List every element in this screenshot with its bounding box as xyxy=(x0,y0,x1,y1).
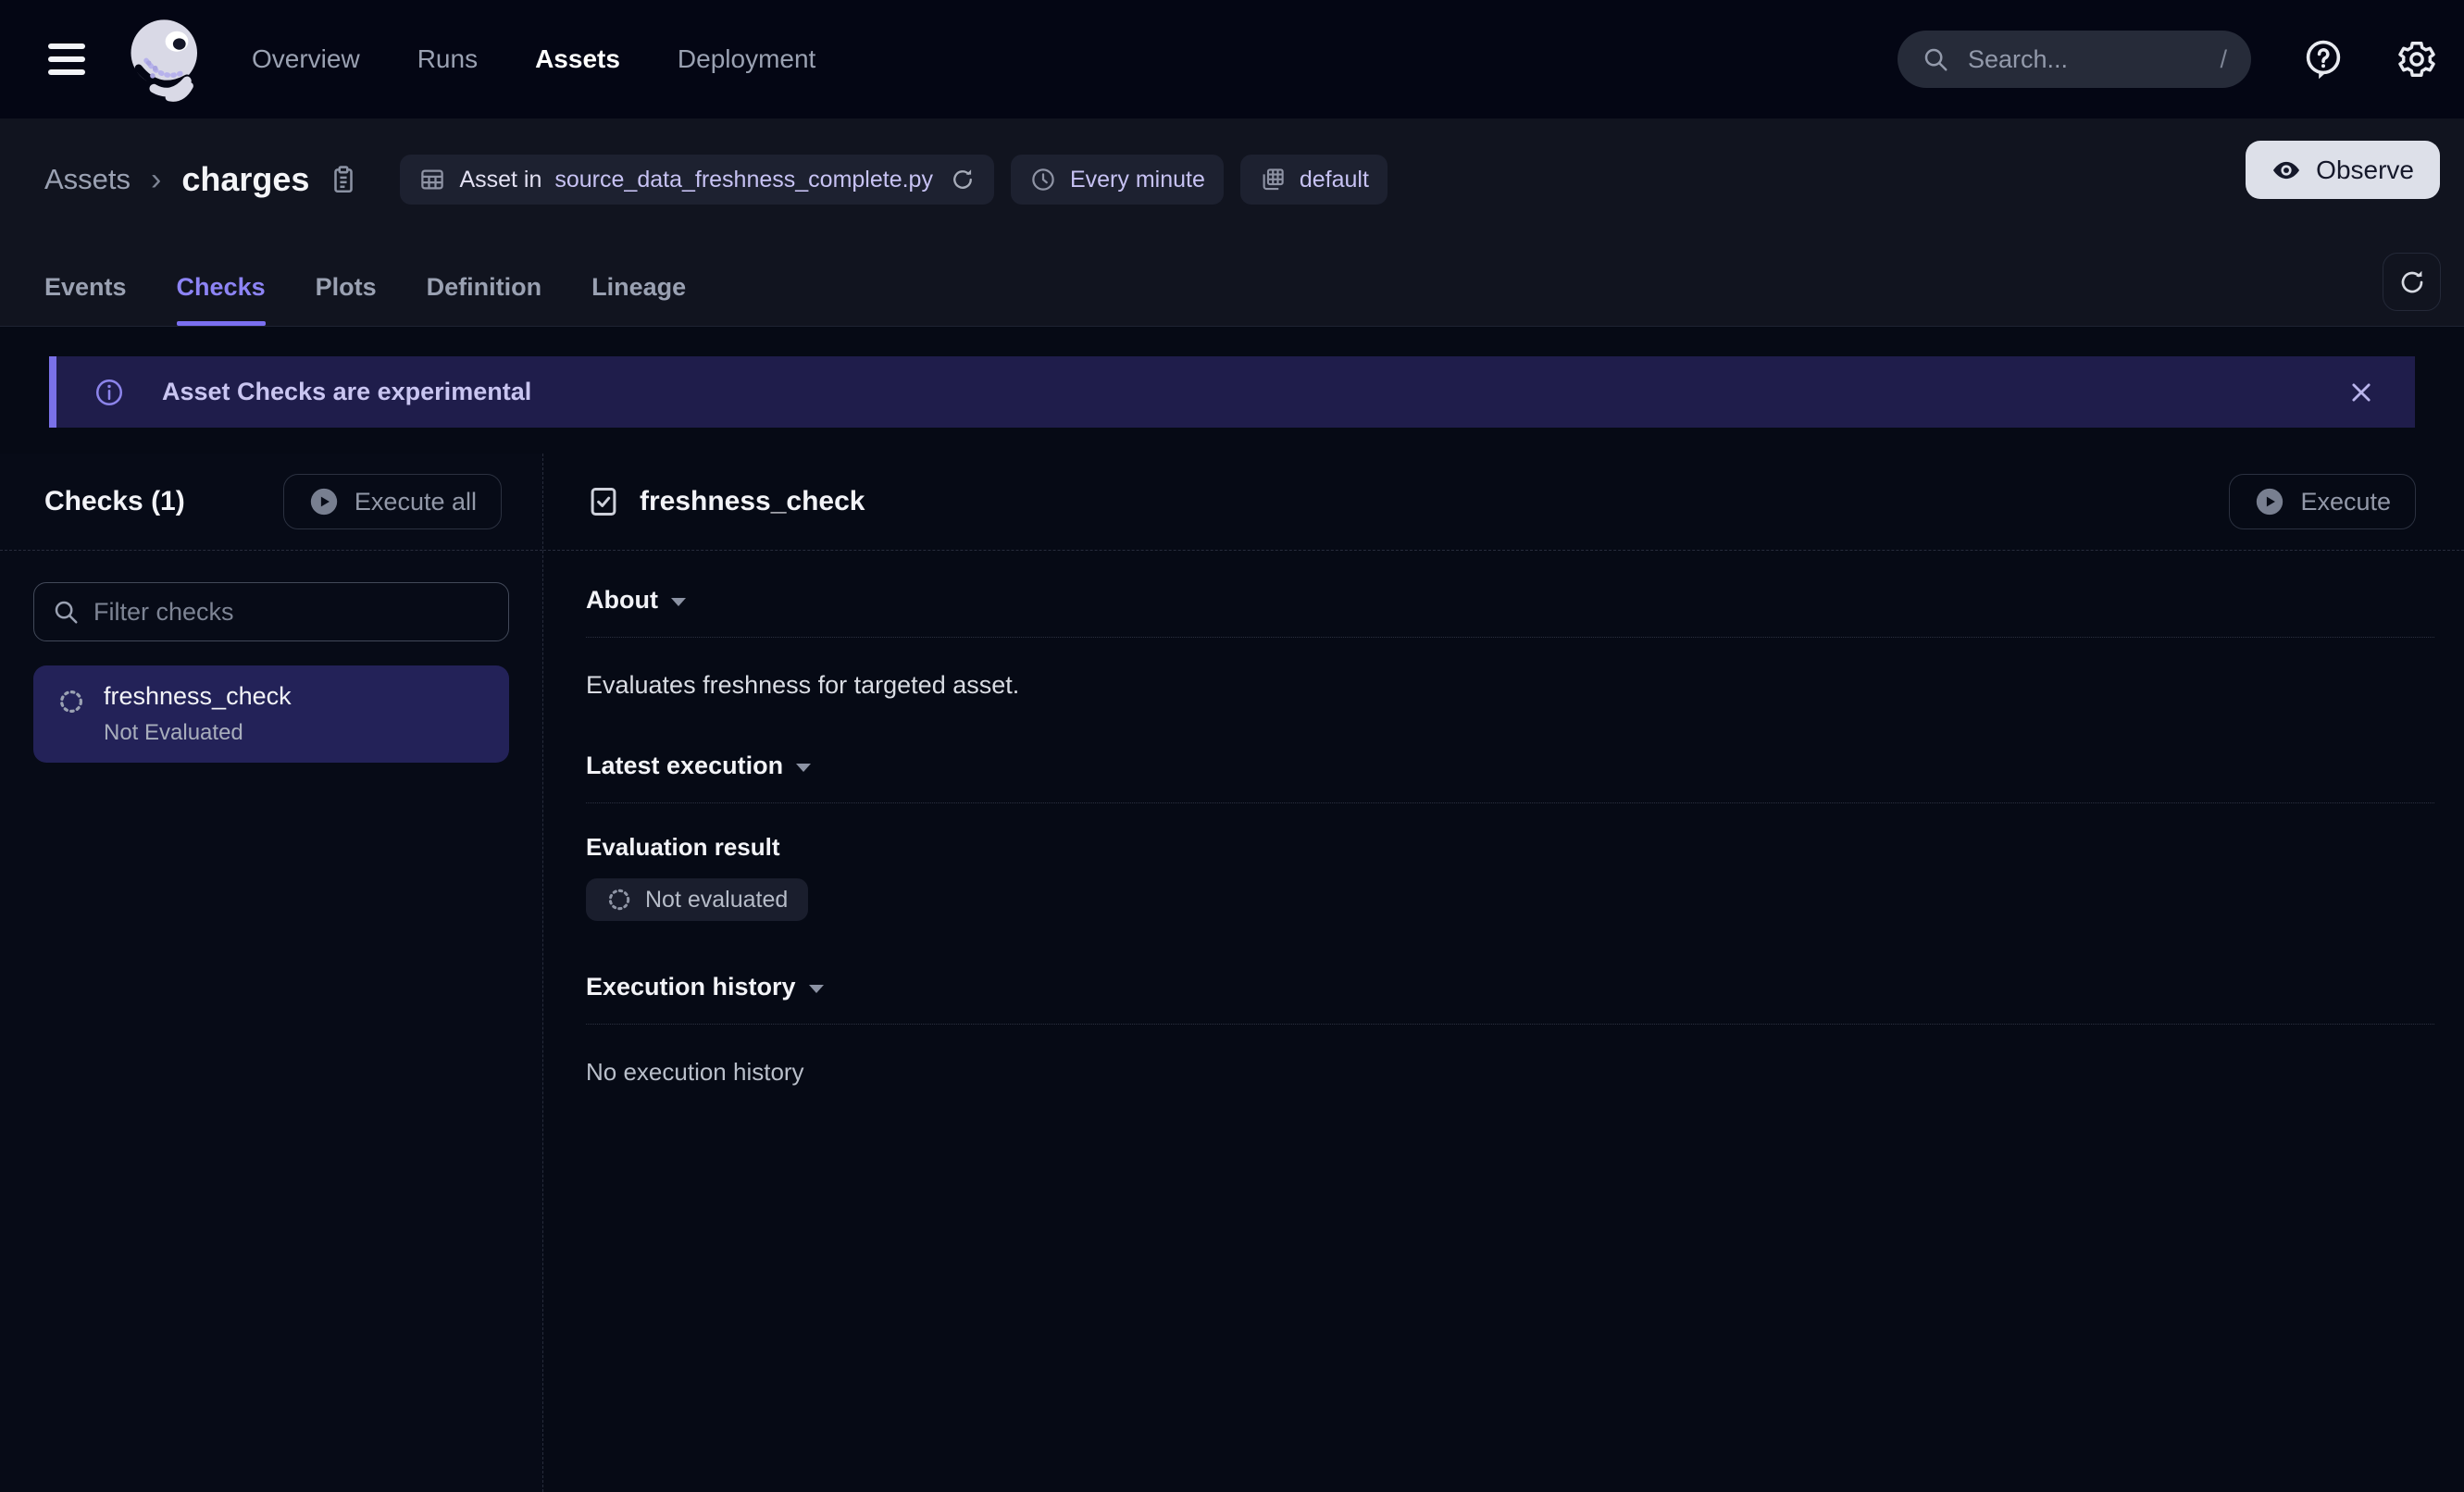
check-description: Evaluates freshness for targeted asset. xyxy=(586,671,2434,700)
asset-in-label: Asset in xyxy=(459,167,541,193)
banner-text: Asset Checks are experimental xyxy=(162,378,531,406)
asset-header: Assets › charges Asset in source_data_fr… xyxy=(0,118,2464,327)
page-title: charges xyxy=(181,160,309,199)
checks-panel-title: Checks (1) xyxy=(44,486,185,517)
observe-button[interactable]: Observe xyxy=(2246,141,2440,199)
about-section-header[interactable]: About xyxy=(586,586,686,615)
freshness-policy-tag: Every minute xyxy=(1011,155,1224,205)
chevron-down-icon xyxy=(809,985,824,993)
asset-source-file-link[interactable]: source_data_freshness_complete.py xyxy=(554,167,933,193)
tab-plots[interactable]: Plots xyxy=(316,273,377,326)
experimental-banner: Asset Checks are experimental xyxy=(49,356,2415,428)
dashed-circle-icon xyxy=(57,688,85,746)
nav-item-deployment[interactable]: Deployment xyxy=(678,44,815,74)
tab-events[interactable]: Events xyxy=(44,273,127,326)
refresh-icon xyxy=(2397,267,2427,297)
nav-item-runs[interactable]: Runs xyxy=(417,44,478,74)
asset-tags: Asset in source_data_freshness_complete.… xyxy=(400,155,1387,205)
divider xyxy=(586,802,2434,803)
evaluation-result-label: Evaluation result xyxy=(586,833,2434,862)
refresh-button[interactable] xyxy=(2383,253,2441,311)
check-item-name: freshness_check xyxy=(104,682,292,711)
execution-history-section-header[interactable]: Execution history xyxy=(586,973,824,1001)
help-icon[interactable] xyxy=(2301,37,2346,81)
tab-lineage[interactable]: Lineage xyxy=(591,273,686,326)
nav-item-overview[interactable]: Overview xyxy=(252,44,360,74)
info-icon xyxy=(93,377,125,408)
search-shortcut: / xyxy=(2220,45,2227,74)
breadcrumb-assets-link[interactable]: Assets xyxy=(44,163,131,196)
about-label: About xyxy=(586,586,658,615)
asset-tabs: Events Checks Plots Definition Lineage xyxy=(44,273,2464,326)
observe-label: Observe xyxy=(2316,155,2414,185)
tab-checks[interactable]: Checks xyxy=(177,273,266,326)
divider xyxy=(586,1024,2434,1025)
nav-item-assets[interactable]: Assets xyxy=(535,44,620,74)
partition-label: default xyxy=(1300,167,1369,193)
close-icon[interactable] xyxy=(2348,379,2374,405)
freshness-policy-label: Every minute xyxy=(1070,167,1205,193)
tab-definition[interactable]: Definition xyxy=(427,273,541,326)
search-icon xyxy=(1922,45,1949,73)
partition-icon xyxy=(1259,166,1287,193)
check-detail-title: freshness_check xyxy=(640,486,865,517)
search-input[interactable]: Search... / xyxy=(1898,31,2251,88)
asset-definition-tag: Asset in source_data_freshness_complete.… xyxy=(400,155,994,205)
check-detail-panel: freshness_check Execute About Evaluates … xyxy=(543,454,2464,1492)
dagster-logo[interactable] xyxy=(126,17,207,102)
execute-all-button[interactable]: Execute all xyxy=(283,474,502,529)
menu-icon[interactable] xyxy=(48,37,106,81)
primary-nav: Overview Runs Assets Deployment xyxy=(252,44,815,74)
table-icon xyxy=(418,166,446,193)
latest-execution-section-header[interactable]: Latest execution xyxy=(586,752,811,780)
execute-label: Execute xyxy=(2300,488,2391,516)
gear-icon[interactable] xyxy=(2396,38,2438,81)
chevron-down-icon xyxy=(796,764,811,772)
eye-icon xyxy=(2271,155,2301,185)
play-circle-icon xyxy=(2254,486,2285,517)
execute-all-label: Execute all xyxy=(355,488,477,516)
chevron-down-icon xyxy=(671,598,686,606)
check-item-status: Not Evaluated xyxy=(104,720,292,746)
reload-icon[interactable] xyxy=(950,167,976,193)
dashed-circle-icon xyxy=(606,887,632,913)
breadcrumb-separator: › xyxy=(151,162,161,198)
check-list-item[interactable]: freshness_check Not Evaluated xyxy=(33,665,509,763)
copy-icon[interactable] xyxy=(328,164,359,195)
checkbox-icon xyxy=(586,484,621,519)
top-nav: Overview Runs Assets Deployment Search..… xyxy=(0,0,2464,118)
play-circle-icon xyxy=(308,486,340,517)
checks-list-panel: Checks (1) Execute all freshness_check N… xyxy=(0,454,543,1492)
evaluation-status-text: Not evaluated xyxy=(645,887,788,914)
divider xyxy=(586,637,2434,638)
execution-history-empty: No execution history xyxy=(586,1058,2434,1087)
filter-checks-input[interactable] xyxy=(33,582,509,641)
clock-icon xyxy=(1029,166,1057,193)
execution-history-label: Execution history xyxy=(586,973,796,1001)
partition-tag: default xyxy=(1240,155,1388,205)
breadcrumb: Assets › charges Asset in source_data_fr… xyxy=(44,146,2464,213)
search-placeholder: Search... xyxy=(1968,45,2201,74)
latest-execution-label: Latest execution xyxy=(586,752,783,780)
execute-button[interactable]: Execute xyxy=(2229,474,2416,529)
evaluation-status-badge: Not evaluated xyxy=(586,878,808,921)
